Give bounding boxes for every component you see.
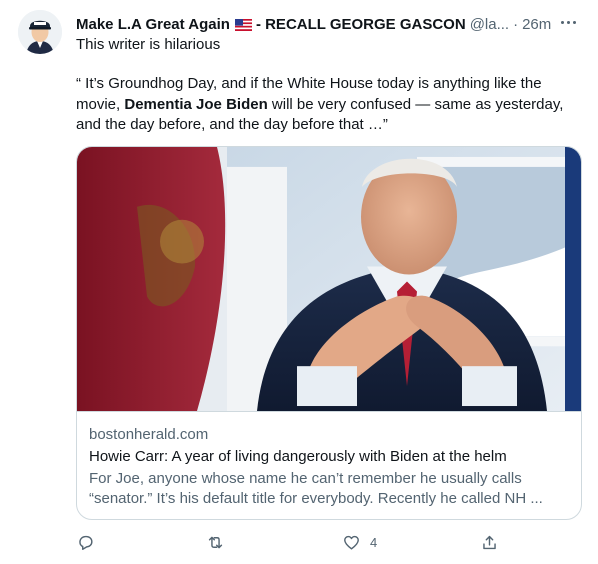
card-description: For Joe, anyone whose name he can’t reme… [89,470,543,507]
share-button[interactable] [480,530,499,554]
reply-button[interactable] [76,530,95,554]
tweet-timestamp[interactable]: 26m [522,16,551,33]
link-preview-card[interactable]: bostonherald.com Howie Carr: A year of l… [76,146,582,520]
like-count: 4 [370,534,378,550]
more-options-button[interactable] [556,12,580,32]
retweet-icon [208,536,223,548]
quote-bold-text: Dementia Joe Biden [124,95,268,113]
tweet-quote: “ It’s Groundhog Day, and if the White H… [76,74,576,136]
tweet-actions: 4 [76,530,516,554]
display-name[interactable]: Make L.A Great Again [76,16,230,33]
more-icon [560,20,576,24]
card-meta: bostonherald.com Howie Carr: A year of l… [89,425,569,509]
avatar-image [18,10,62,54]
card-image[interactable] [77,147,582,412]
heart-icon [344,535,359,550]
display-name-suffix[interactable]: - RECALL GEORGE GASCON [256,16,466,33]
share-icon [483,535,496,549]
card-domain: bostonherald.com [89,426,209,443]
retweet-button[interactable] [206,530,225,554]
tweet-header: Make L.A Great Again - RECALL GEORGE GAS… [76,14,578,34]
tweet-text-line: This writer is hilarious [76,36,221,53]
avatar[interactable] [18,10,62,54]
us-flag-icon [234,18,252,31]
user-handle[interactable]: @la... [470,16,509,33]
reply-icon [79,535,93,550]
separator-dot: · [513,15,519,33]
like-button[interactable]: 4 [342,530,377,554]
card-title[interactable]: Howie Carr: A year of living dangerously… [89,447,569,467]
